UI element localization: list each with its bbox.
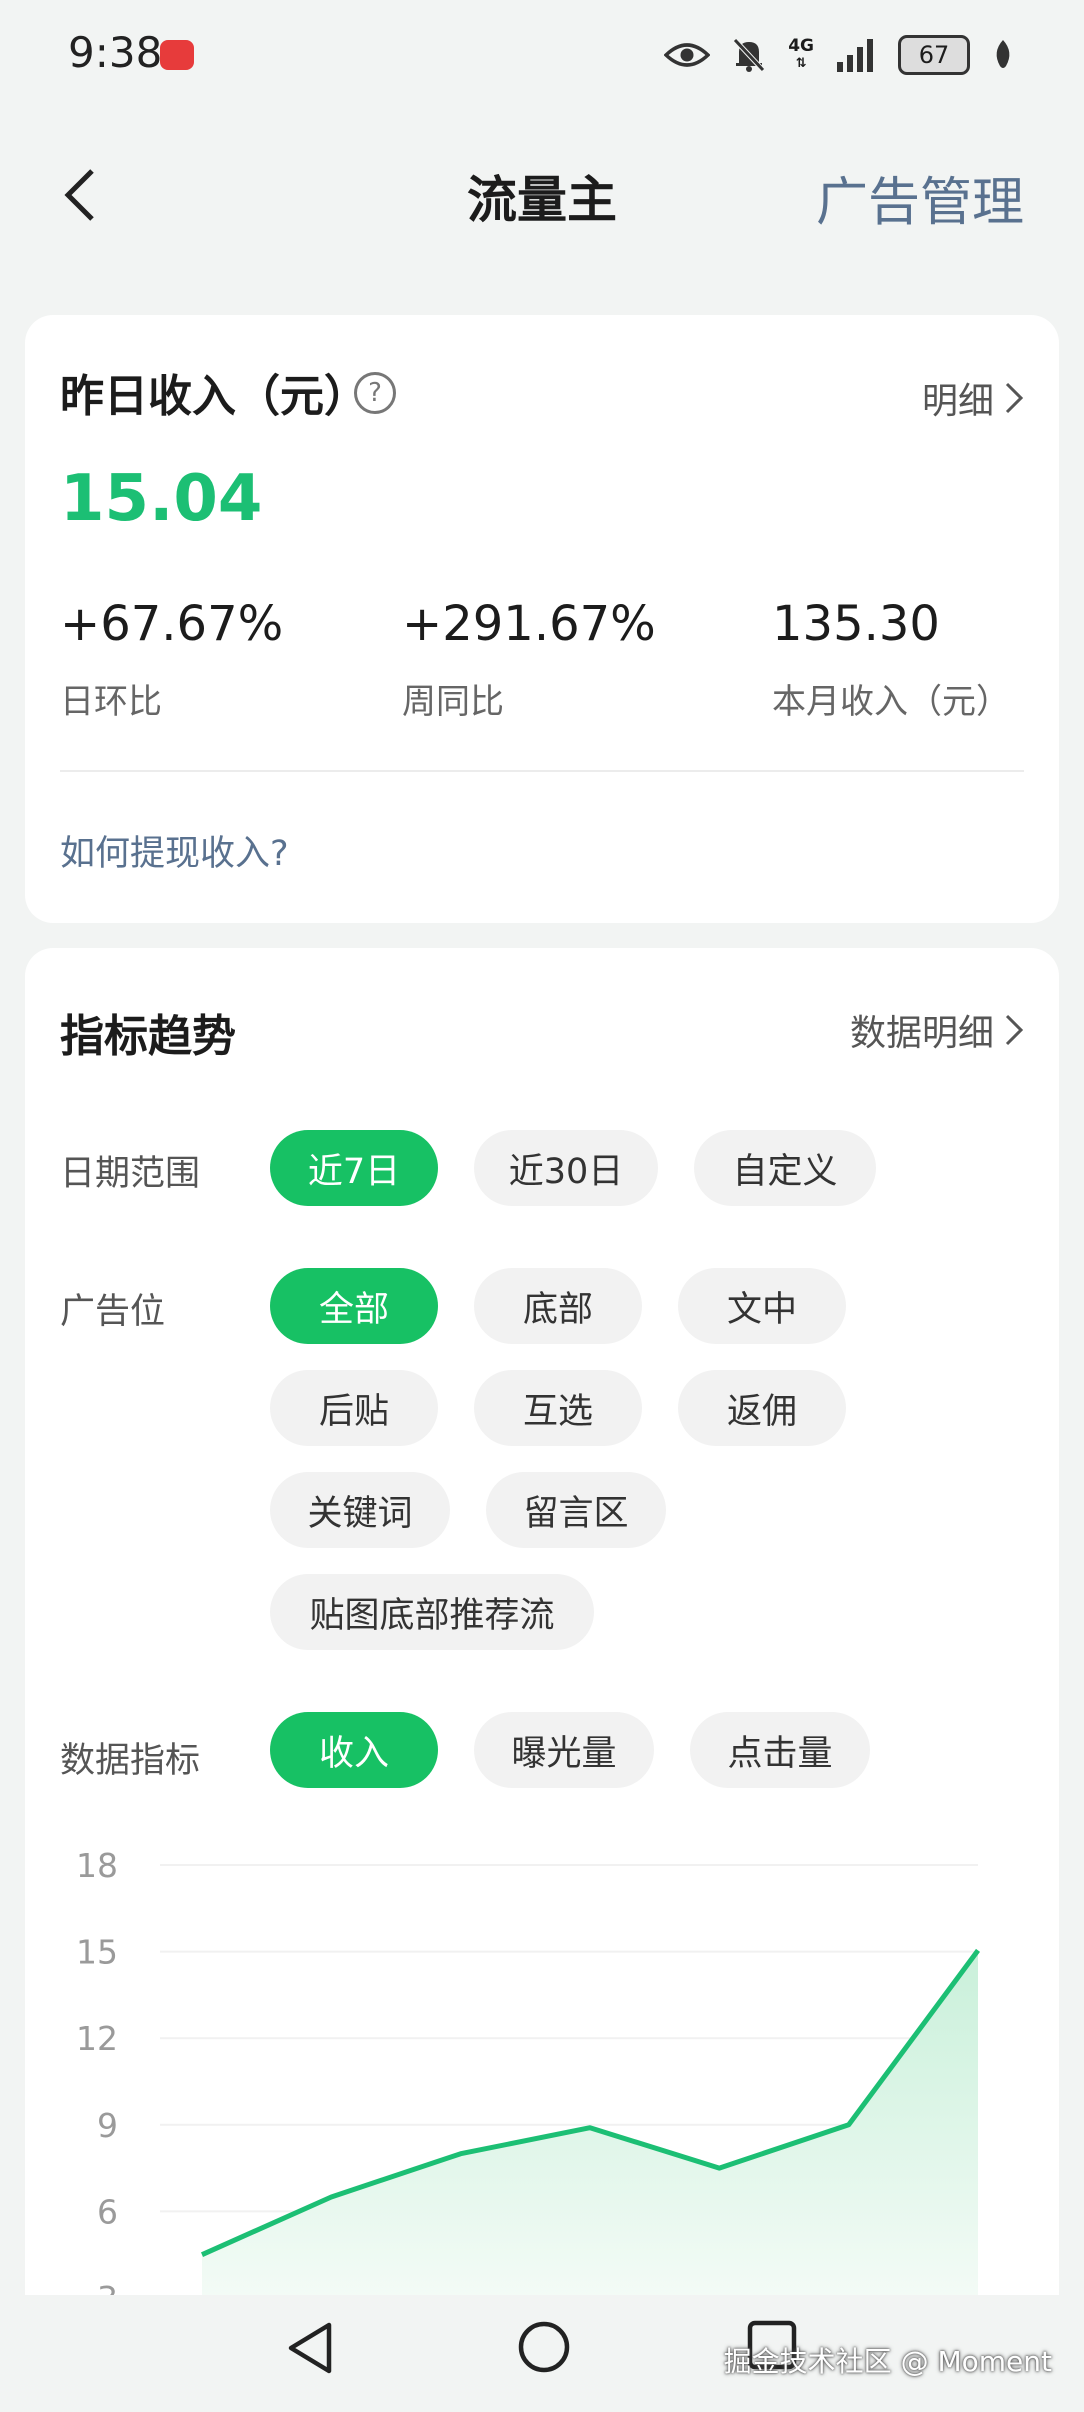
ad-chip-bottom[interactable]: 底部	[474, 1268, 642, 1344]
income-area	[202, 1950, 978, 2295]
ad-chip-comment[interactable]: 留言区	[486, 1472, 666, 1548]
ad-chip-image-bottom-feed[interactable]: 贴图底部推荐流	[270, 1574, 594, 1650]
y-tick-label: 9	[97, 2106, 118, 2145]
metric-chip-impressions[interactable]: 曝光量	[474, 1712, 654, 1788]
network-type: 4G ⇅	[788, 36, 814, 71]
daily-change-label: 日环比	[60, 682, 162, 722]
income-detail-label: 明细	[921, 381, 994, 422]
date-chip-30d[interactable]: 近30日	[474, 1130, 658, 1206]
income-trend-chart: 18 15 12 9 6 3	[76, 1846, 981, 2295]
divider	[60, 770, 1024, 772]
metric-chip-income[interactable]: 收入	[270, 1712, 438, 1788]
status-time: 9:38	[68, 28, 163, 77]
leaf-icon	[996, 40, 1010, 68]
network-label: 4G	[788, 36, 814, 56]
ad-management-button[interactable]: 广告管理	[816, 160, 1024, 235]
weekly-change-value: +291.67%	[402, 596, 656, 652]
ad-chip-all[interactable]: 全部	[270, 1268, 438, 1344]
eye-icon	[664, 43, 711, 67]
signal-icon	[837, 39, 873, 72]
y-tick-label: 6	[97, 2192, 118, 2231]
trend-card-title: 指标趋势	[60, 1011, 236, 1062]
watermark: 掘金技术社区 @ Moment	[723, 2345, 1052, 2378]
metric-chip-clicks[interactable]: 点击量	[690, 1712, 870, 1788]
app-notification-icon	[160, 40, 194, 70]
y-tick-label: 18	[76, 1846, 118, 1885]
back-triangle-icon[interactable]	[285, 2320, 335, 2376]
y-tick-label: 12	[76, 2019, 118, 2058]
y-axis-ticks: 18 15 12 9 6 3	[76, 1846, 118, 2295]
bell-off-icon	[733, 38, 766, 72]
y-tick-label: 3	[97, 2279, 118, 2295]
monthly-income-label: 本月收入（元）	[772, 682, 1010, 722]
date-chip-custom[interactable]: 自定义	[694, 1130, 876, 1206]
metric-label: 数据指标	[60, 1741, 201, 1781]
data-detail-label: 数据明细	[849, 1013, 994, 1054]
daily-change-value: +67.67%	[60, 596, 284, 652]
monthly-income-value: 135.30	[772, 596, 940, 652]
withdraw-help-link[interactable]: 如何提现收入?	[60, 825, 289, 876]
status-icons: 4G ⇅ 67	[664, 30, 1014, 80]
ad-chip-post[interactable]: 后贴	[270, 1370, 438, 1446]
chevron-right-icon	[1005, 1014, 1024, 1046]
battery-indicator: 67	[898, 35, 970, 75]
chevron-right-icon	[1005, 382, 1024, 414]
income-card-title: 昨日收入（元）	[60, 371, 368, 422]
ad-chip-keyword[interactable]: 关键词	[270, 1472, 450, 1548]
date-chip-7d[interactable]: 近7日	[270, 1130, 438, 1206]
data-detail-link[interactable]: 数据明细	[850, 1004, 1024, 1056]
ad-position-label: 广告位	[60, 1292, 166, 1332]
weekly-change-label: 周同比	[402, 682, 504, 722]
ad-chip-mutual[interactable]: 互选	[474, 1370, 642, 1446]
ad-chip-inline[interactable]: 文中	[678, 1268, 846, 1344]
yesterday-income-value: 15.04	[60, 462, 263, 536]
y-tick-label: 15	[76, 1933, 118, 1972]
income-detail-link[interactable]: 明细	[922, 372, 1024, 424]
help-icon[interactable]: ?	[354, 372, 396, 414]
home-circle-icon[interactable]	[516, 2319, 572, 2375]
date-range-label: 日期范围	[60, 1154, 201, 1194]
ad-chip-rebate[interactable]: 返佣	[678, 1370, 846, 1446]
